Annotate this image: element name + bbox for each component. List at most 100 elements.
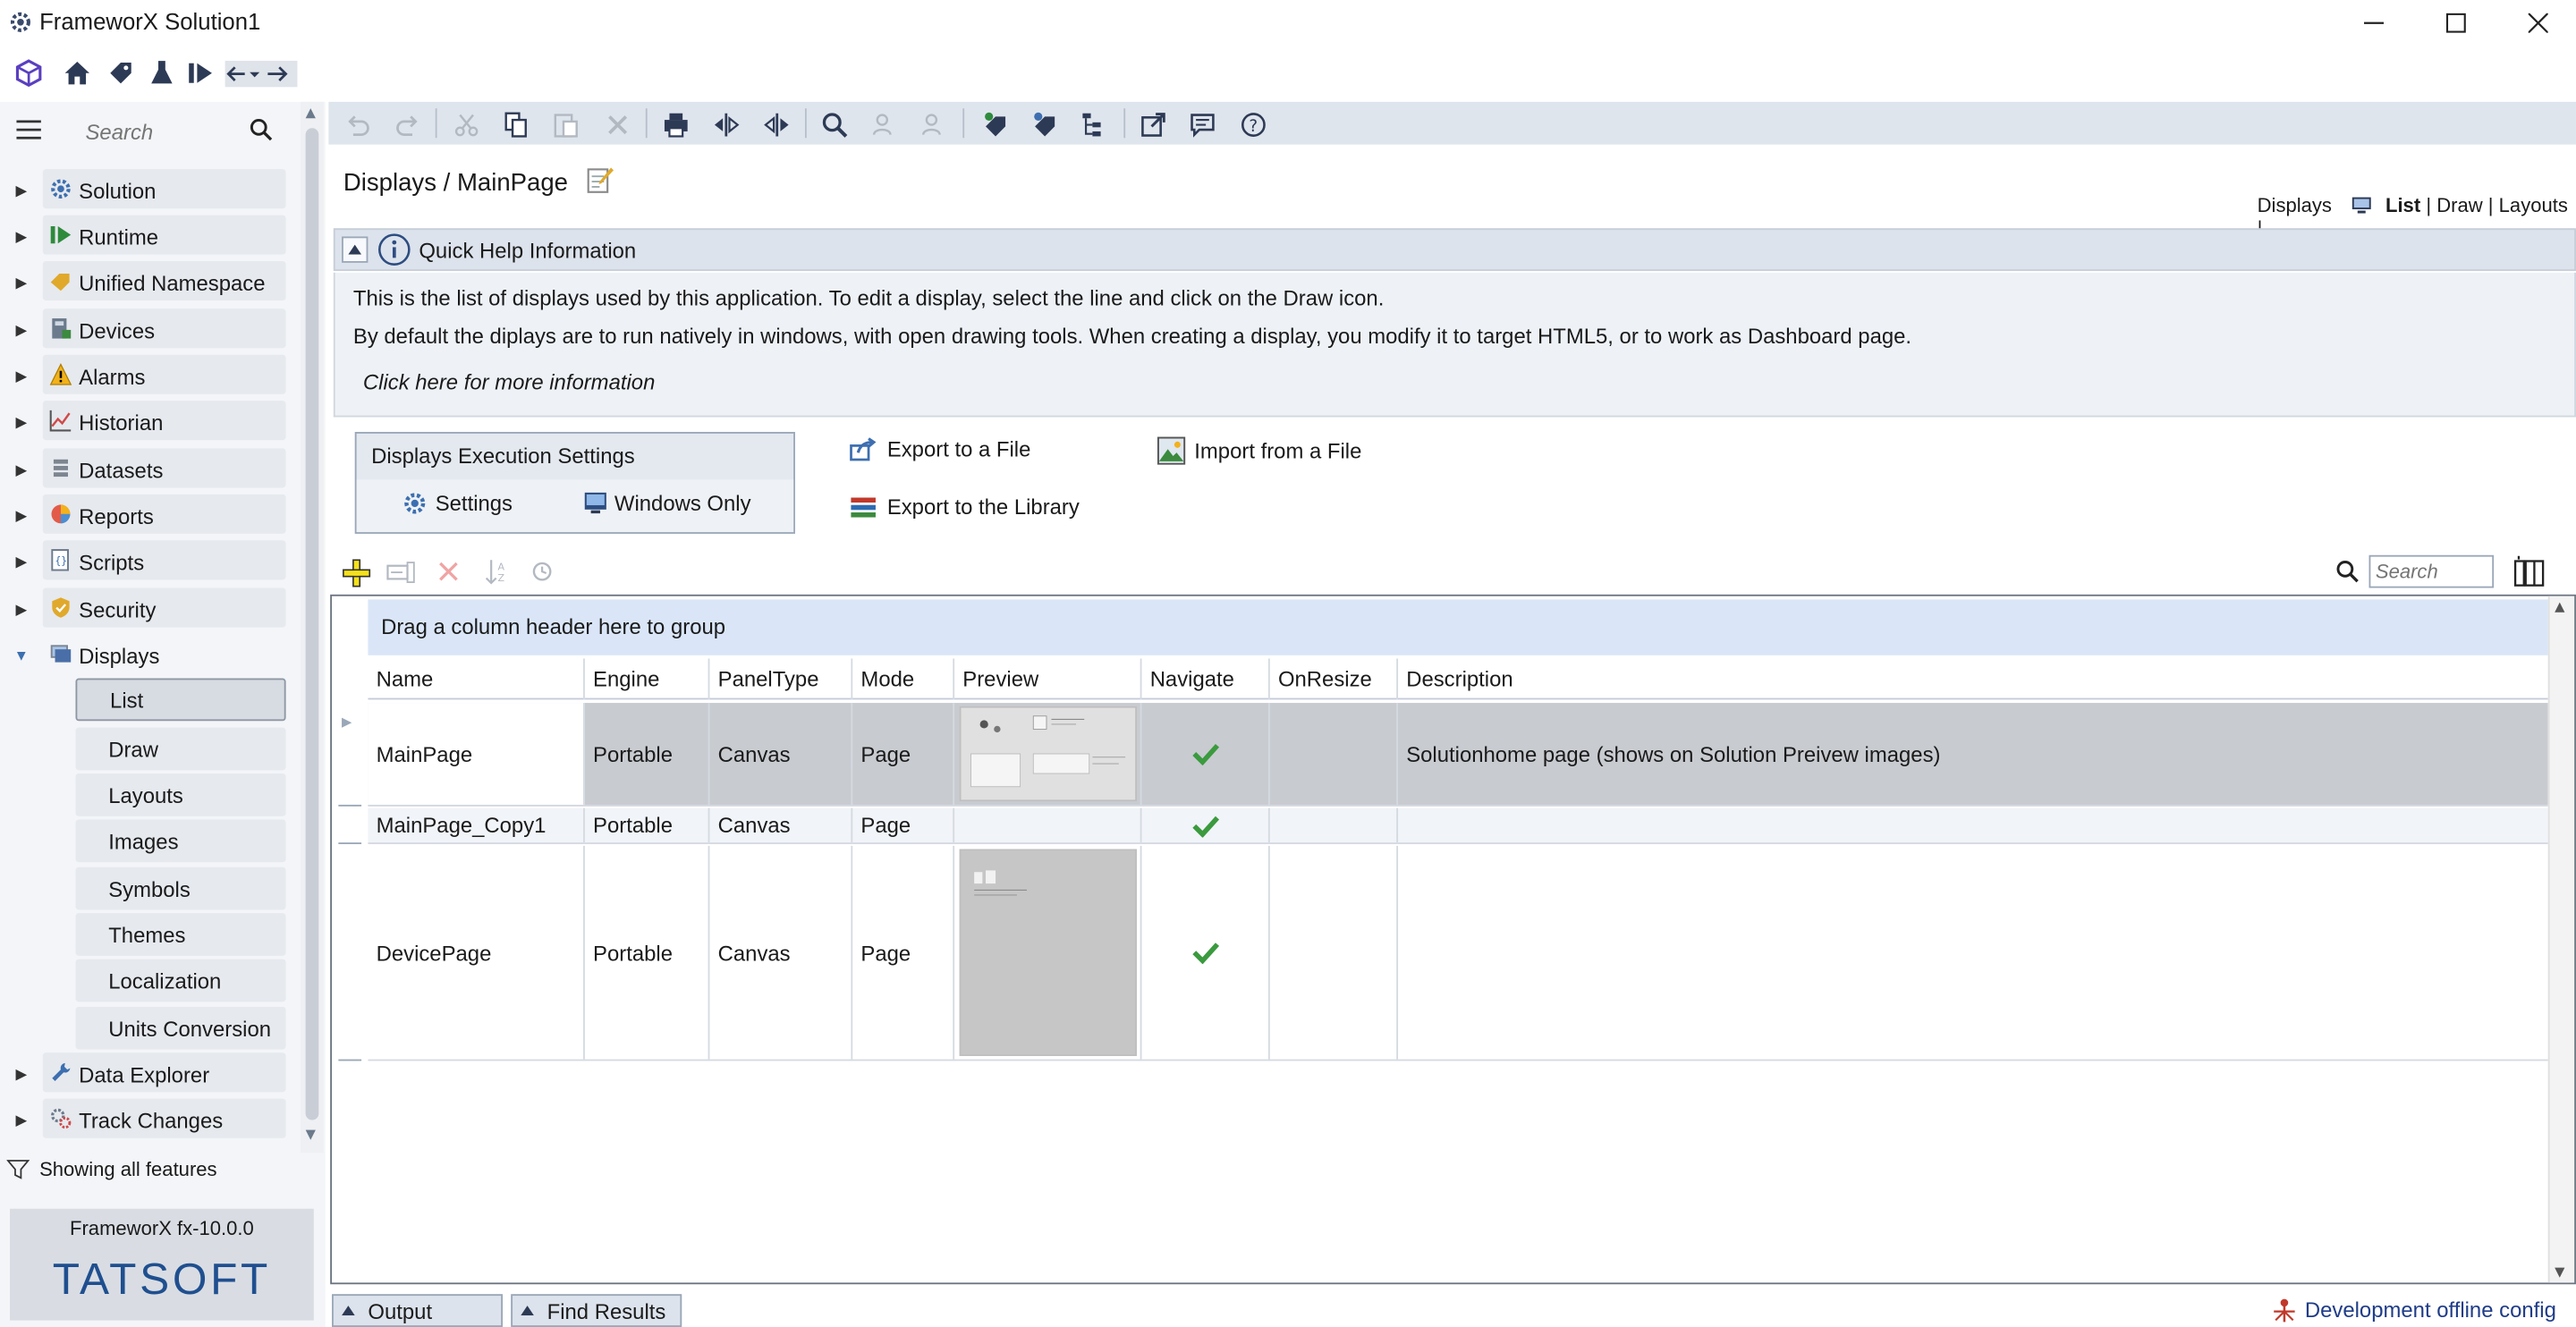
hamburger-menu-icon[interactable] (16, 118, 41, 141)
expand-arrow-icon[interactable]: ▶ (10, 321, 33, 339)
sidebar-item-datasets[interactable]: ▶ Datasets (10, 448, 289, 491)
filter-icon[interactable] (6, 1158, 30, 1181)
collapse-help-button[interactable] (342, 236, 369, 263)
cell-description[interactable]: Solutionhome page (shows on Solution Pre… (1398, 703, 2548, 805)
minimize-button[interactable] (2336, 4, 2411, 43)
scroll-down-arrow-icon[interactable]: ▼ (306, 1127, 316, 1142)
cell-engine[interactable]: Portable (585, 703, 710, 805)
expand-up-arrow-icon[interactable] (521, 1306, 534, 1316)
sidebar-item-unified-namespace[interactable]: ▶ Unified Namespace (10, 261, 289, 304)
cell-onresize[interactable] (1270, 703, 1399, 805)
expand-arrow-icon[interactable]: ▶ (10, 1065, 33, 1083)
sidebar-item-devices[interactable]: ▶ Devices (10, 309, 289, 351)
sidebar-subitem-draw[interactable]: Draw (75, 727, 286, 771)
run-icon[interactable] (187, 59, 213, 87)
search-icon[interactable] (250, 118, 273, 141)
help-icon[interactable]: ? (1237, 108, 1270, 141)
delete-icon[interactable] (601, 108, 634, 141)
edit-note-icon[interactable] (585, 165, 614, 193)
sidebar-item-data-explorer[interactable]: ▶ Data Explorer (10, 1052, 289, 1095)
find-user-icon[interactable] (869, 108, 902, 141)
expand-arrow-icon[interactable]: ▶ (10, 1111, 33, 1128)
external-link-icon[interactable] (1137, 108, 1170, 141)
cell-description[interactable] (1398, 808, 2548, 843)
sidebar-subitem-units-conversion[interactable]: Units Conversion (75, 1006, 286, 1050)
expand-arrow-icon[interactable]: ▶ (10, 182, 33, 199)
view-draw-link[interactable]: Draw (2436, 194, 2482, 217)
sidebar-subitem-list[interactable]: List (75, 678, 286, 722)
expand-arrow-icon[interactable]: ▶ (10, 227, 33, 245)
copy-icon[interactable] (499, 108, 532, 141)
expand-arrow-icon[interactable]: ▶ (10, 553, 33, 571)
expand-arrow-icon[interactable]: ▶ (10, 507, 33, 525)
delete-row-icon[interactable] (438, 562, 458, 581)
expand-arrow-icon[interactable]: ▶ (10, 413, 33, 431)
sidebar-item-alarms[interactable]: ▶ Alarms (10, 354, 289, 398)
cell-paneltype[interactable]: Canvas (709, 845, 853, 1060)
grid-scrollbar[interactable]: ▲ ▼ (2547, 596, 2575, 1283)
undo-icon[interactable] (342, 108, 375, 141)
sidebar-search-input[interactable] (72, 111, 253, 151)
table-row[interactable]: MainPage_Copy1 Portable Canvas Page (368, 807, 2548, 845)
grid-search-icon[interactable] (2336, 560, 2360, 583)
tree-icon[interactable] (1078, 108, 1111, 141)
table-row[interactable]: DevicePage Portable Canvas Page (368, 845, 2548, 1061)
tab-find-results[interactable]: Find Results (511, 1294, 682, 1327)
view-layouts-link[interactable]: Layouts (2499, 194, 2568, 217)
sidebar-item-track-changes[interactable]: ▶ Track Changes (10, 1098, 289, 1142)
cell-description[interactable] (1398, 846, 2548, 1060)
column-header-navigate[interactable]: Navigate (1142, 658, 1270, 700)
sidebar-item-runtime[interactable]: ▶ Runtime (10, 215, 289, 258)
expand-arrow-icon[interactable]: ▶ (10, 367, 33, 385)
scroll-up-arrow-icon[interactable]: ▲ (306, 106, 316, 121)
view-list-link[interactable]: List (2385, 194, 2420, 217)
cube-icon[interactable] (15, 59, 43, 88)
print-icon[interactable] (659, 108, 692, 141)
cell-navigate[interactable] (1142, 703, 1270, 805)
more-info-link[interactable]: Click here for more information (363, 369, 655, 394)
export-file-button[interactable]: Export to a File (850, 437, 1030, 461)
cell-engine[interactable]: Portable (585, 845, 710, 1060)
cell-name[interactable]: DevicePage (368, 845, 585, 1060)
tab-output[interactable]: Output (332, 1294, 504, 1327)
expand-arrow-icon[interactable]: ▶ (10, 600, 33, 618)
expand-up-arrow-icon[interactable] (342, 1306, 355, 1316)
redo-icon[interactable] (391, 108, 424, 141)
sidebar-item-scripts[interactable]: ▶ {} Scripts (10, 540, 289, 583)
column-header-name[interactable]: Name (368, 658, 585, 700)
tags-icon[interactable] (106, 59, 134, 87)
cell-navigate[interactable] (1142, 845, 1270, 1060)
cell-mode[interactable]: Page (852, 703, 955, 805)
cell-engine[interactable]: Portable (585, 807, 710, 843)
group-by-panel[interactable]: Drag a column header here to group (368, 599, 2548, 655)
tag-add-icon[interactable] (979, 108, 1013, 141)
runtime-flask-icon[interactable] (148, 59, 175, 87)
edit-row-icon[interactable] (386, 560, 416, 585)
tag-edit-icon[interactable] (1029, 108, 1062, 141)
cell-preview[interactable] (954, 807, 1142, 843)
sidebar-scrollbar[interactable]: ▲ ▼ (301, 101, 324, 1154)
cell-name[interactable]: MainPage (368, 703, 585, 805)
table-row[interactable]: MainPage Portable Canvas Page Solutionho… (368, 703, 2548, 807)
expand-arrow-icon[interactable]: ▶ (10, 461, 33, 478)
sort-icon[interactable]: AZ (485, 558, 508, 585)
close-button[interactable] (2500, 4, 2575, 43)
grid-search-input[interactable] (2368, 554, 2495, 588)
import-file-button[interactable]: Import from a File (1157, 436, 1361, 465)
comment-icon[interactable] (1186, 108, 1219, 141)
sidebar-scroll-thumb[interactable] (305, 128, 319, 1120)
paste-icon[interactable] (548, 108, 581, 141)
home-icon[interactable] (63, 59, 92, 87)
maximize-button[interactable] (2419, 4, 2494, 43)
column-chooser-icon[interactable] (2513, 555, 2545, 588)
column-header-description[interactable]: Description (1398, 658, 2548, 699)
cell-paneltype[interactable]: Canvas (709, 807, 853, 843)
sidebar-subitem-themes[interactable]: Themes (75, 913, 286, 956)
find-user-next-icon[interactable] (919, 108, 952, 141)
scroll-up-arrow-icon[interactable]: ▲ (2555, 599, 2564, 614)
sidebar-subitem-images[interactable]: Images (75, 819, 286, 863)
sidebar-item-historian[interactable]: ▶ Historian (10, 401, 289, 444)
cell-name[interactable]: MainPage_Copy1 (368, 807, 585, 843)
sidebar-item-solution[interactable]: ▶ Solution (10, 169, 289, 212)
column-header-onresize[interactable]: OnResize (1270, 658, 1399, 700)
